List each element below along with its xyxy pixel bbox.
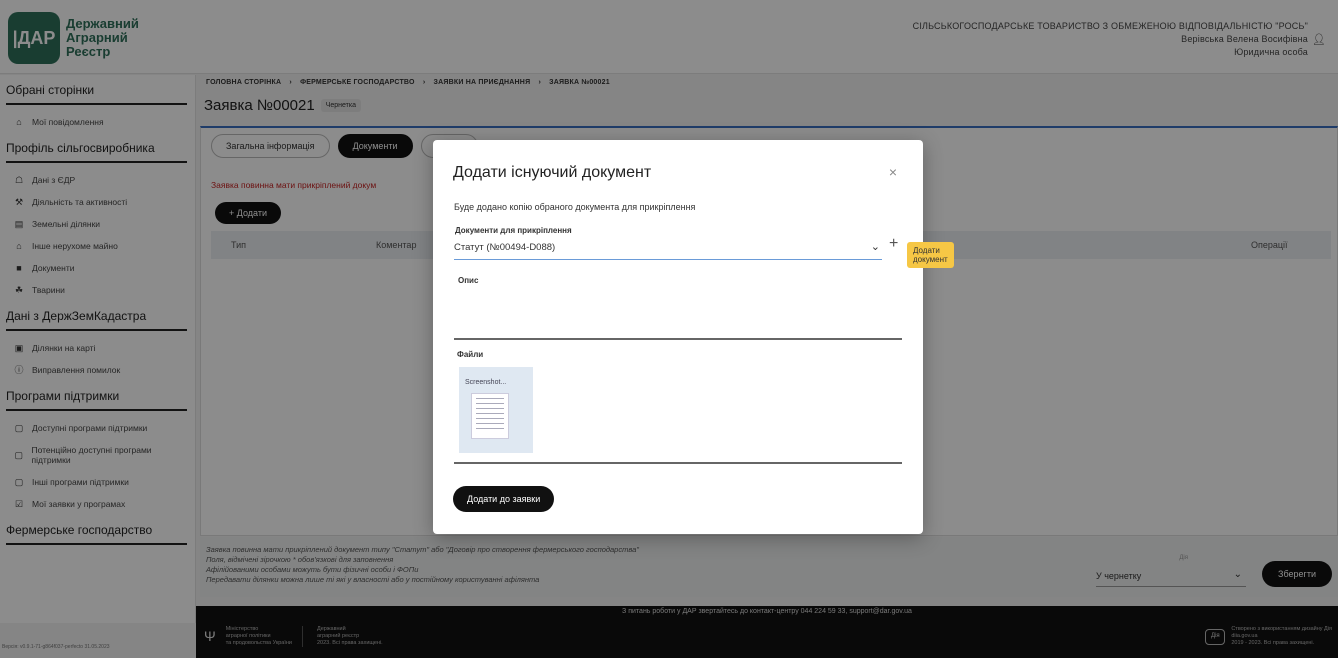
- files-area: Screenshot...: [454, 362, 902, 464]
- description-field[interactable]: Опис: [454, 266, 902, 340]
- documents-select-value: Статут (№00494-D088): [454, 242, 556, 253]
- close-icon[interactable]: ×: [889, 164, 897, 180]
- files-label: Файли: [457, 350, 484, 359]
- chevron-down-icon: ⌄: [870, 241, 880, 253]
- file-name: Screenshot...: [465, 379, 507, 386]
- add-document-modal: Додати існуючий документ × Буде додано к…: [433, 140, 954, 534]
- tooltip: Додати документ: [907, 242, 954, 268]
- add-to-application-button[interactable]: Додати до заявки: [453, 486, 555, 512]
- add-icon[interactable]: +: [889, 235, 898, 253]
- documents-field-label: Документи для прикріплення: [455, 226, 572, 235]
- modal-title: Додати існуючий документ: [453, 164, 652, 181]
- modal-subtitle: Буде додано копію обраного документа для…: [454, 202, 696, 212]
- description-label: Опис: [458, 276, 479, 285]
- document-preview-icon: [471, 393, 509, 439]
- documents-select[interactable]: Статут (№00494-D088) ⌄: [454, 238, 882, 260]
- file-thumbnail[interactable]: Screenshot...: [459, 367, 533, 453]
